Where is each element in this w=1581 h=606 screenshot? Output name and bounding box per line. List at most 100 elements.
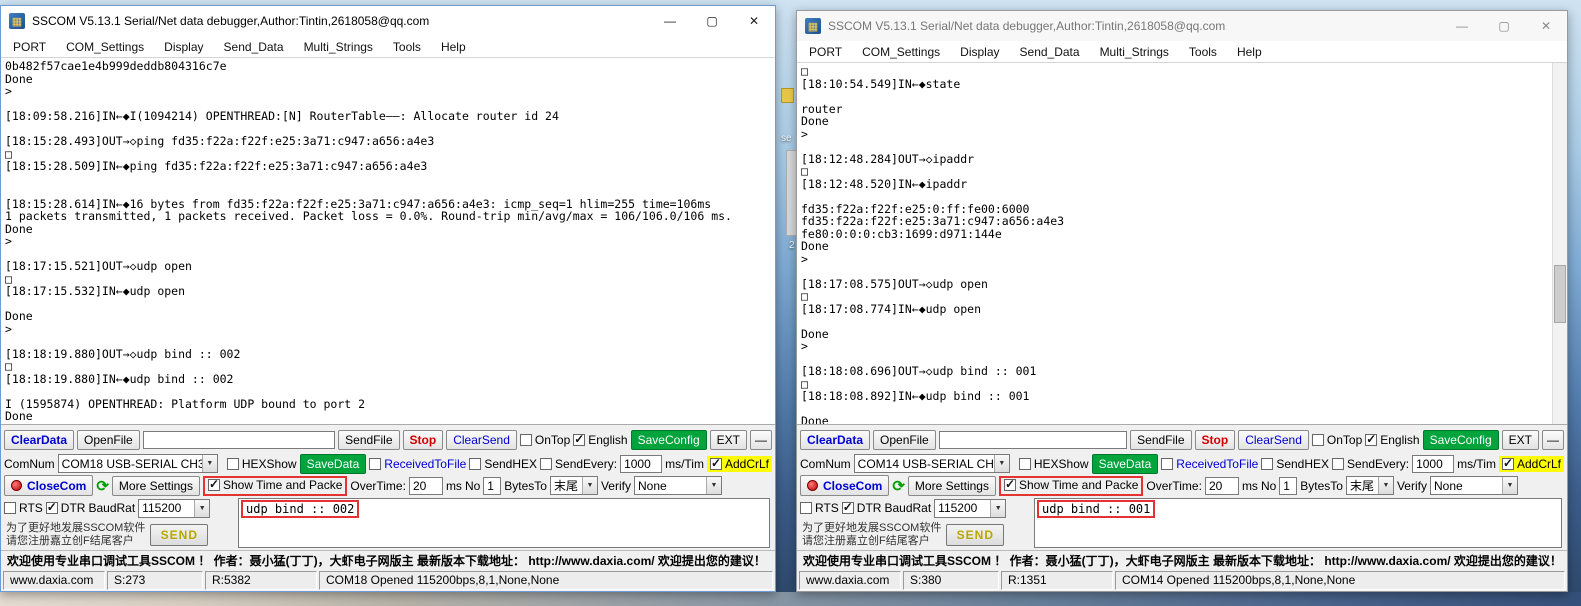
show-time-checkbox[interactable]: Show Time and Packe xyxy=(208,478,342,492)
send-text-input[interactable]: udp bind :: 002 xyxy=(238,498,770,548)
send-hex-checkbox[interactable]: SendHEX xyxy=(469,457,537,471)
received-to-file-checkbox[interactable]: ReceivedToFile xyxy=(369,457,466,471)
menu-display[interactable]: Display xyxy=(960,45,999,59)
rts-checkbox[interactable]: RTS xyxy=(800,501,839,515)
menu-tools[interactable]: Tools xyxy=(393,40,421,54)
ext-button[interactable]: EXT xyxy=(710,430,747,450)
add-crlf-checkbox[interactable]: AddCrLf xyxy=(707,456,772,472)
maximize-button[interactable]: ▢ xyxy=(1483,11,1525,41)
desktop-icon-label: se xyxy=(781,133,792,144)
dtr-checkbox[interactable]: DTR xyxy=(46,501,86,515)
title-bar[interactable]: ▦ SSCOM V5.13.1 Serial/Net data debugger… xyxy=(1,6,775,36)
menu-tools[interactable]: Tools xyxy=(1189,45,1217,59)
status-received-count: R:1351 xyxy=(1001,571,1113,590)
add-crlf-checkbox[interactable]: AddCrLf xyxy=(1499,456,1564,472)
menu-send-data[interactable]: Send_Data xyxy=(1020,45,1080,59)
verify-select[interactable]: None xyxy=(1430,476,1518,495)
com-port-select[interactable]: COM14 USB-SERIAL CH340K xyxy=(854,454,1010,473)
save-data-button[interactable]: SaveData xyxy=(1092,454,1159,474)
send-button[interactable]: SEND xyxy=(150,524,208,546)
byte-no-input[interactable] xyxy=(1279,477,1297,495)
more-settings-button[interactable]: More Settings xyxy=(112,476,200,496)
send-interval-input[interactable] xyxy=(620,455,662,473)
save-config-button[interactable]: SaveConfig xyxy=(1423,430,1499,450)
open-file-button[interactable]: OpenFile xyxy=(873,430,936,450)
menu-com-settings[interactable]: COM_Settings xyxy=(862,45,940,59)
menu-help[interactable]: Help xyxy=(441,40,466,54)
overtime-input[interactable] xyxy=(409,477,443,495)
menu-port[interactable]: PORT xyxy=(13,40,46,54)
stop-button[interactable]: Stop xyxy=(403,430,444,450)
clear-send-button[interactable]: ClearSend xyxy=(1238,430,1309,450)
sscom-window-right: ▦ SSCOM V5.13.1 Serial/Net data debugger… xyxy=(796,10,1568,592)
verify-label: Verify xyxy=(601,479,631,493)
minimize-button[interactable]: — xyxy=(1441,11,1483,41)
vertical-scrollbar[interactable] xyxy=(1552,63,1567,424)
overtime-input[interactable] xyxy=(1205,477,1239,495)
more-settings-button[interactable]: More Settings xyxy=(908,476,996,496)
byte-no-input[interactable] xyxy=(483,477,501,495)
dtr-checkbox[interactable]: DTR xyxy=(842,501,882,515)
hex-show-checkbox[interactable]: HEXShow xyxy=(227,457,297,471)
ontop-checkbox[interactable]: OnTop xyxy=(1312,433,1362,447)
minimize-button[interactable]: — xyxy=(649,6,691,36)
clear-send-button[interactable]: ClearSend xyxy=(446,430,517,450)
received-to-file-checkbox[interactable]: ReceivedToFile xyxy=(1161,457,1258,471)
close-com-button[interactable]: CloseCom xyxy=(800,475,889,496)
com-port-select[interactable]: COM18 USB-SERIAL CH340K xyxy=(58,454,218,473)
rts-checkbox[interactable]: RTS xyxy=(4,501,43,515)
baud-rate-label: BaudRat xyxy=(88,501,135,515)
file-path-input[interactable] xyxy=(939,431,1127,449)
refresh-ports-icon[interactable]: ⟳ xyxy=(96,477,109,495)
menu-help[interactable]: Help xyxy=(1237,45,1262,59)
send-text-input[interactable]: udp bind :: 001 xyxy=(1034,498,1562,548)
scrollbar-thumb[interactable] xyxy=(1554,265,1566,323)
verify-select[interactable]: None xyxy=(634,476,722,495)
send-every-checkbox[interactable]: SendEvery: xyxy=(1332,457,1409,471)
show-time-checkbox[interactable]: Show Time and Packe xyxy=(1004,478,1138,492)
clear-data-button[interactable]: ClearData xyxy=(4,430,74,450)
file-path-input[interactable] xyxy=(143,431,335,449)
menu-display[interactable]: Display xyxy=(164,40,203,54)
send-hex-checkbox[interactable]: SendHEX xyxy=(1261,457,1329,471)
send-file-button[interactable]: SendFile xyxy=(1130,430,1191,450)
bytes-to-select[interactable]: 末尾 xyxy=(1346,476,1394,495)
terminal-area[interactable]: □ [18:10:54.549]IN←◆state router Done > … xyxy=(797,63,1567,425)
close-com-button[interactable]: CloseCom xyxy=(4,475,93,496)
menu-send-data[interactable]: Send_Data xyxy=(224,40,284,54)
send-every-checkbox[interactable]: SendEvery: xyxy=(540,457,617,471)
refresh-ports-icon[interactable]: ⟳ xyxy=(892,477,905,495)
send-button[interactable]: SEND xyxy=(946,524,1004,546)
send-interval-input[interactable] xyxy=(1412,455,1454,473)
bytes-to-select[interactable]: 末尾 xyxy=(550,476,598,495)
menu-multi-strings[interactable]: Multi_Strings xyxy=(1100,45,1169,59)
save-data-button[interactable]: SaveData xyxy=(300,454,367,474)
open-file-button[interactable]: OpenFile xyxy=(77,430,140,450)
hex-show-checkbox[interactable]: HEXShow xyxy=(1019,457,1089,471)
ontop-checkbox[interactable]: OnTop xyxy=(520,433,570,447)
close-button[interactable]: ✕ xyxy=(733,6,775,36)
checkbox-icon xyxy=(46,502,58,514)
menu-multi-strings[interactable]: Multi_Strings xyxy=(304,40,373,54)
maximize-button[interactable]: ▢ xyxy=(691,6,733,36)
stop-button[interactable]: Stop xyxy=(1195,430,1236,450)
checkbox-icon xyxy=(1004,479,1016,491)
save-config-button[interactable]: SaveConfig xyxy=(631,430,707,450)
baud-rate-select[interactable]: 115200 xyxy=(934,499,1006,518)
menu-port[interactable]: PORT xyxy=(809,45,842,59)
menu-com-settings[interactable]: COM_Settings xyxy=(66,40,144,54)
ext-button[interactable]: EXT xyxy=(1502,430,1539,450)
terminal-area[interactable]: 0b482f57cae1e4b999deddb804316c7e Done > … xyxy=(1,58,775,425)
title-bar[interactable]: ▦ SSCOM V5.13.1 Serial/Net data debugger… xyxy=(797,11,1567,41)
checkbox-icon xyxy=(800,502,812,514)
status-bar: www.daxia.com S:273 R:5382 COM18 Opened … xyxy=(1,569,775,591)
baud-rate-select[interactable]: 115200 xyxy=(138,499,210,518)
ms-label: ms xyxy=(1242,479,1258,493)
close-button[interactable]: ✕ xyxy=(1525,11,1567,41)
panel-splitter-button[interactable]: — xyxy=(1542,430,1564,450)
panel-splitter-button[interactable]: — xyxy=(750,430,772,450)
clear-data-button[interactable]: ClearData xyxy=(800,430,870,450)
english-checkbox[interactable]: English xyxy=(1365,433,1419,447)
send-file-button[interactable]: SendFile xyxy=(338,430,399,450)
english-checkbox[interactable]: English xyxy=(573,433,627,447)
